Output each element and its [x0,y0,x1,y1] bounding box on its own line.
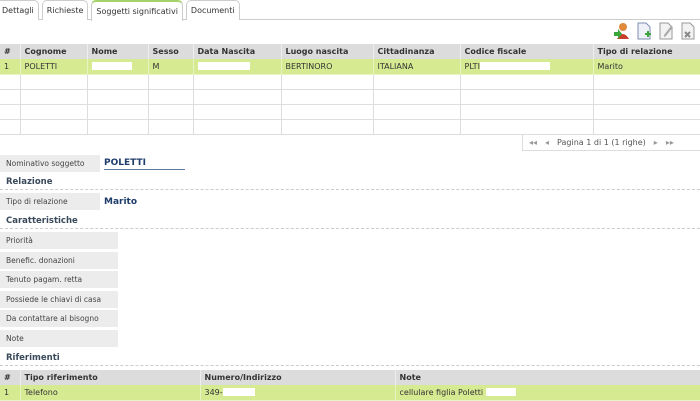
col-header[interactable]: Tipo riferimento [20,370,201,385]
section-relazione: Relazione [6,177,53,187]
col-header[interactable]: Luogo nascita [281,44,374,59]
cell-cittadinanza: ITALIANA [373,59,461,75]
tab-dettagli[interactable]: Dettagli [0,0,39,20]
toolbar [614,22,696,40]
col-header[interactable]: Sesso [148,44,194,59]
col-header[interactable]: Data Nascita [193,44,282,59]
tipo-relazione-value: Marito [104,197,138,207]
subjects-table: # Cognome Nome Sesso Data Nascita Luogo … [0,44,700,135]
cell-tipo-riferimento: Telefono [20,385,201,401]
tab-bar: Dettagli Richieste Soggetti significativ… [0,0,700,21]
cell-nome [87,59,149,75]
section-caratteristiche: Caratteristiche [6,216,78,226]
caratteristica-priorita: Priorità [0,232,118,249]
empty-row [0,89,700,105]
redacted [222,388,255,397]
redacted [485,388,516,397]
section-riferimenti: Riferimenti [6,353,60,363]
empty-row [0,104,700,120]
new-document-icon[interactable] [636,22,652,40]
cell-cognome: POLETTI [20,59,88,75]
cell-tipo-relazione: Marito [593,59,700,75]
cell-luogo-nascita: BERTINORO [281,59,374,75]
cf-text: PLTI [464,61,480,71]
tipo-relazione-label: Tipo di relazione [0,193,100,210]
col-header[interactable]: Cognome [20,44,88,59]
pager: ◂◂ ◂ Pagina 1 di 1 (1 righe) ▸ ▸▸ [522,134,700,151]
col-header[interactable]: Numero/Indirizzo [200,370,396,385]
cell-sesso: M [148,59,194,75]
tab-documenti[interactable]: Documenti [185,0,240,20]
col-header[interactable]: # [0,370,21,385]
col-header[interactable]: Nome [87,44,149,59]
table-header: # Tipo riferimento Numero/Indirizzo Note [0,370,700,385]
table-row[interactable]: 1 Telefono 349- cellulare figlia Poletti [0,385,700,401]
riferimenti-table: # Tipo riferimento Numero/Indirizzo Note… [0,370,700,401]
col-header[interactable]: Codice fiscale [460,44,594,59]
redacted [197,62,250,71]
add-person-icon[interactable] [614,22,630,40]
cell-note: cellulare figlia Poletti [395,385,700,401]
divider [0,228,700,229]
caratteristica-da-contattare: Da contattare al bisogno [0,310,118,327]
page-info: Pagina 1 di 1 (1 righe) [557,138,646,147]
caratteristica-possiede-chiavi: Possiede le chiavi di casa [0,291,118,308]
caratteristica-tenuto-pagam-retta: Tenuto pagam. retta [0,271,118,288]
numero-text: 349- [204,387,223,397]
caratteristica-benefic-donazioni: Benefic. donazioni [0,252,118,269]
next-page-icon[interactable]: ▸ [654,138,658,147]
col-header[interactable]: Tipo di relazione [593,44,700,59]
note-text: cellulare figlia Poletti [399,387,484,397]
table-header: # Cognome Nome Sesso Data Nascita Luogo … [0,44,700,59]
col-header[interactable]: Note [395,370,700,385]
cell-index: 1 [0,59,21,75]
empty-row [0,119,700,135]
tab-soggetti-significativi[interactable]: Soggetti significativi [91,0,183,21]
col-header[interactable]: # [0,44,21,59]
cell-numero: 349- [200,385,396,401]
redacted [479,62,550,71]
nominativo-value[interactable]: POLETTI [104,158,185,170]
tab-richieste[interactable]: Richieste [41,0,89,20]
first-page-icon[interactable]: ◂◂ [529,138,537,147]
last-page-icon[interactable]: ▸▸ [666,138,674,147]
divider [0,365,700,366]
cell-index: 1 [0,385,21,401]
empty-row [0,74,700,90]
col-header[interactable]: Cittadinanza [373,44,461,59]
delete-document-icon[interactable] [680,22,696,40]
cell-codice-fiscale: PLTI [460,59,594,75]
prev-page-icon[interactable]: ◂ [545,138,549,147]
edit-document-icon[interactable] [658,22,674,40]
divider [0,189,700,190]
nominativo-label: Nominativo soggetto [0,155,100,172]
cell-data-nascita [193,59,282,75]
caratteristica-note: Note [0,330,118,347]
table-row[interactable]: 1 POLETTI M BERTINORO ITALIANA PLTI Mari… [0,59,700,75]
redacted [91,62,132,71]
